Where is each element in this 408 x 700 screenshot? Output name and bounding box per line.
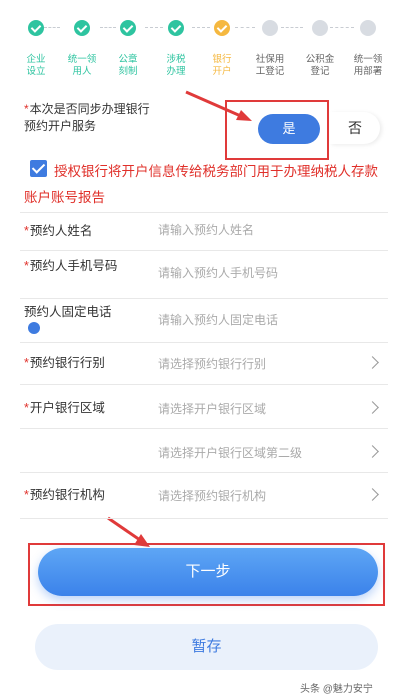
step-seal: 公章 刻制 — [108, 20, 148, 78]
step-label: 涉税 办理 — [166, 54, 186, 77]
region-level2-select[interactable]: 请选择开户银行区域第二级 — [158, 444, 358, 461]
divider — [20, 472, 388, 473]
phone-label-text: 预约人手机号码 — [29, 259, 118, 273]
chevron-right-icon[interactable] — [366, 356, 379, 369]
divider — [20, 518, 388, 519]
info-icon — [28, 322, 40, 334]
check-icon — [28, 20, 44, 36]
name-label-text: 预约人姓名 — [29, 224, 93, 238]
divider — [20, 212, 388, 213]
pending-step-icon — [262, 20, 278, 36]
step-label: 统一领 用部署 — [353, 54, 383, 77]
region-label-text: 开户银行区域 — [29, 401, 105, 415]
no-button[interactable]: 否 — [330, 112, 380, 144]
sync-question-text: 本次是否同步办理银行预约开户服务 — [24, 102, 150, 133]
step-staff: 统一领 用人 — [62, 20, 102, 78]
step-label: 统一领 用人 — [67, 54, 97, 77]
check-icon — [168, 20, 184, 36]
next-step-button[interactable]: 下一步 — [38, 548, 378, 596]
required-mark: * — [24, 401, 29, 415]
chevron-right-icon[interactable] — [366, 401, 379, 414]
required-mark: * — [24, 102, 29, 116]
divider — [20, 384, 388, 385]
bank-type-select[interactable]: 请选择预约银行行别 — [158, 355, 358, 372]
chevron-right-icon[interactable] — [366, 488, 379, 501]
step-social-security: 社保用 工登记 — [250, 20, 290, 78]
name-label: *预约人姓名 — [24, 222, 140, 240]
required-mark: * — [24, 356, 29, 370]
step-label: 公积金 登记 — [305, 54, 335, 77]
phone-label: *预约人手机号码 — [24, 257, 128, 275]
arrow-to-next — [107, 516, 141, 542]
watermark: 头条 @魅力安宁 — [300, 684, 373, 695]
bank-type-label: *预约银行行别 — [24, 354, 140, 372]
check-icon — [120, 20, 136, 36]
step-label: 公章 刻制 — [118, 54, 138, 77]
step-tax: 涉税 办理 — [156, 20, 196, 78]
divider — [20, 342, 388, 343]
phone-input[interactable] — [158, 266, 358, 280]
step-label: 企业 设立 — [26, 54, 46, 77]
region-select[interactable]: 请选择开户银行区域 — [158, 400, 358, 417]
yes-button[interactable]: 是 — [258, 114, 320, 144]
institution-label-text: 预约银行机构 — [29, 488, 105, 502]
chevron-right-icon[interactable] — [366, 445, 379, 458]
name-input[interactable] — [158, 223, 358, 237]
required-mark: * — [24, 224, 29, 238]
divider — [20, 428, 388, 429]
divider — [20, 250, 388, 251]
step-label: 银行 开户 — [212, 54, 232, 77]
step-deploy: 统一领 用部署 — [348, 20, 388, 78]
save-draft-button[interactable]: 暂存 — [35, 624, 378, 670]
current-step-icon — [214, 20, 230, 36]
check-icon — [74, 20, 90, 36]
consent-text: 授权银行将开户信息传给税务部门用于办理纳税人存款账户账号报告 — [24, 164, 378, 205]
pending-step-icon — [312, 20, 328, 36]
pending-step-icon — [360, 20, 376, 36]
step-housing-fund: 公积金 登记 — [300, 20, 340, 78]
institution-select[interactable]: 请选择预约银行机构 — [158, 487, 358, 504]
bank-type-label-text: 预约银行行别 — [29, 356, 105, 370]
step-company-setup: 企业 设立 — [16, 20, 56, 78]
landline-input[interactable] — [158, 313, 358, 327]
required-mark: * — [24, 488, 29, 502]
sync-bank-question: *本次是否同步办理银行预约开户服务 — [24, 101, 154, 135]
step-bank-account: 银行 开户 — [202, 20, 242, 78]
institution-label: *预约银行机构 — [24, 486, 140, 504]
region-label: *开户银行区域 — [24, 399, 140, 417]
landline-label: 预约人固定电话 — [24, 305, 112, 319]
divider — [20, 298, 388, 299]
progress-stepper: 企业 设立 统一领 用人 公章 刻制 涉税 办理 银行 开户 社保用 工登记 公… — [0, 0, 408, 96]
step-label: 社保用 工登记 — [255, 54, 285, 77]
required-mark: * — [24, 259, 29, 273]
